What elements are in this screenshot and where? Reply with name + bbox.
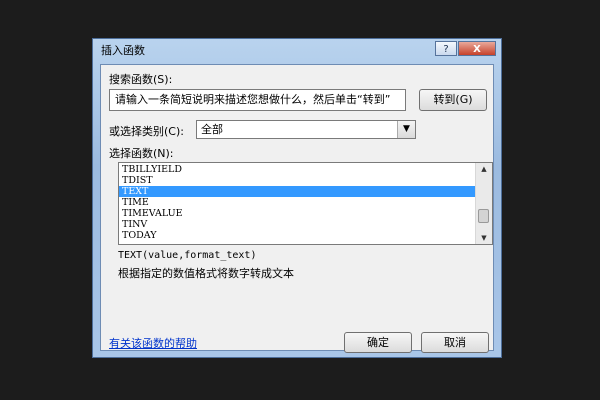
chevron-down-icon[interactable]: ▼ — [397, 121, 415, 138]
cancel-button[interactable]: 取消 — [421, 332, 489, 353]
category-selected-value: 全部 — [201, 123, 223, 136]
list-item[interactable]: TINV — [119, 219, 475, 230]
function-help-link[interactable]: 有关该函数的帮助 — [109, 335, 197, 351]
search-input[interactable]: 请输入一条简短说明来描述您想做什么，然后单击“转到” — [109, 89, 406, 111]
dialog-title: 插入函数 — [101, 44, 145, 57]
list-scrollbar[interactable]: ▲ ▼ — [475, 163, 492, 244]
list-item[interactable]: TIME — [119, 197, 475, 208]
title-bar-buttons: ? X — [435, 41, 496, 56]
insert-function-dialog: 插入函数 ? X 搜索函数(S): 请输入一条简短说明来描述您想做什么，然后单击… — [92, 38, 502, 358]
function-listbox[interactable]: TBILLYIELD TDIST TEXT TIME TIMEVALUE TINV TODA… — [118, 162, 493, 245]
function-list: TBILLYIELD TDIST TEXT TIME TIMEVALUE TINV TODA… — [119, 164, 475, 241]
category-select[interactable]: 全部 ▼ — [196, 120, 416, 139]
list-item[interactable]: TDIST — [119, 175, 475, 186]
ok-button[interactable]: 确定 — [344, 332, 412, 353]
search-label: 搜索函数(S): — [109, 73, 173, 86]
list-item[interactable]: TIMEVALUE — [119, 208, 475, 219]
list-item[interactable]: TODAY — [119, 230, 475, 241]
list-item[interactable]: TEXT — [119, 186, 475, 197]
category-label: 或选择类别(C): — [109, 125, 184, 138]
list-item[interactable]: TBILLYIELD — [119, 164, 475, 175]
help-title-button[interactable]: ? — [435, 41, 457, 56]
function-list-label: 选择函数(N): — [109, 147, 174, 160]
function-description: 根据指定的数值格式将数字转成文本 — [118, 267, 294, 280]
scroll-down-icon[interactable]: ▼ — [476, 232, 492, 244]
scroll-thumb[interactable] — [478, 209, 489, 223]
dialog-body: 搜索函数(S): 请输入一条简短说明来描述您想做什么，然后单击“转到” 转到(G… — [100, 64, 494, 353]
close-button[interactable]: X — [458, 41, 496, 56]
go-button[interactable]: 转到(G) — [419, 89, 487, 111]
function-signature: TEXT(value,format_text) — [118, 250, 257, 261]
scroll-up-icon[interactable]: ▲ — [476, 163, 492, 175]
